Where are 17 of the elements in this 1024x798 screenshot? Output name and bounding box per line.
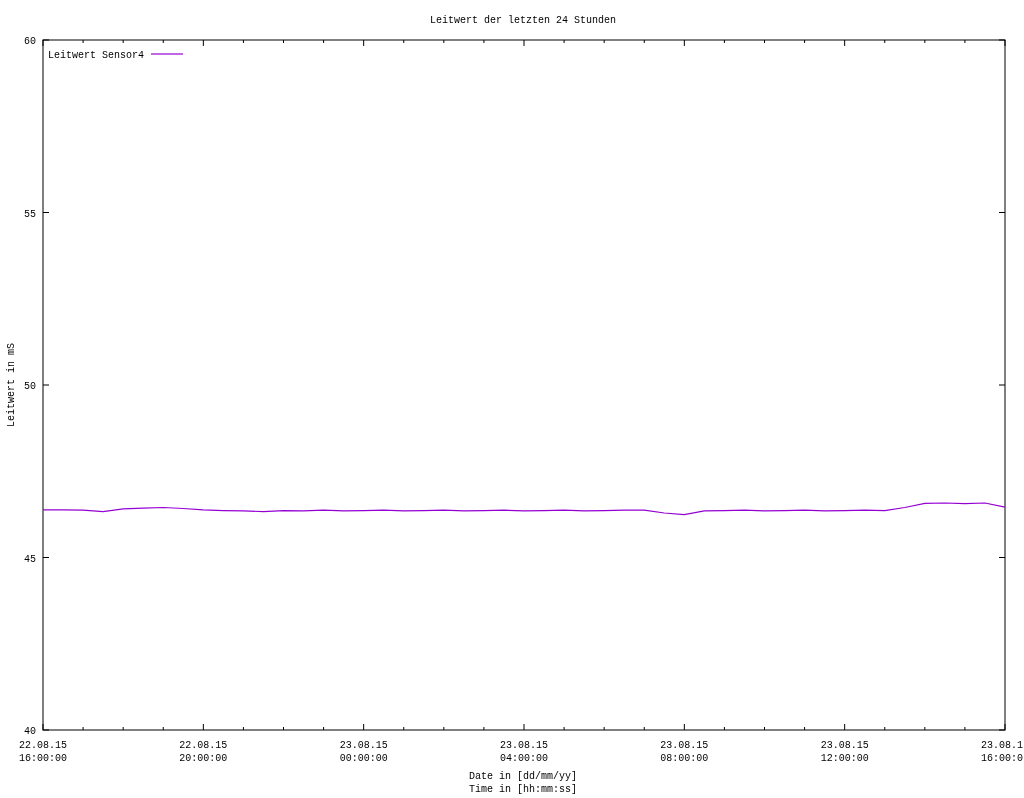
x-tick-label: 23.08.15 12:00:00	[820, 740, 869, 764]
y-tick-label: 55	[24, 208, 36, 220]
legend-line-sample	[150, 53, 184, 55]
chart-title: Leitwert der letzten 24 Stunden	[430, 15, 616, 26]
y-tick-label: 45	[24, 553, 36, 565]
x-tick-label: 22.08.15 16:00:00	[19, 740, 67, 764]
legend-label: Leitwert Sensor4	[48, 50, 144, 61]
x-tick-label: 23.08.15 08:00:00	[660, 740, 709, 764]
x-tick-label: 23.08.15 04:00:00	[500, 740, 548, 764]
x-tick-label: 23.08.15 00:00:00	[339, 740, 388, 764]
x-tick-label: 23.08.1 16:00:0	[981, 740, 1023, 764]
x-tick-label: 22.08.15 20:00:00	[179, 740, 228, 764]
y-axis-label: Leitwert in mS	[6, 343, 17, 427]
y-tick-label: 60	[24, 36, 36, 47]
y-tick-label: 50	[24, 381, 36, 392]
x-axis-label: Date in [dd/mm/yy] Time in [hh:mm:ss]	[469, 771, 577, 795]
y-tick-label: 40	[24, 726, 36, 737]
